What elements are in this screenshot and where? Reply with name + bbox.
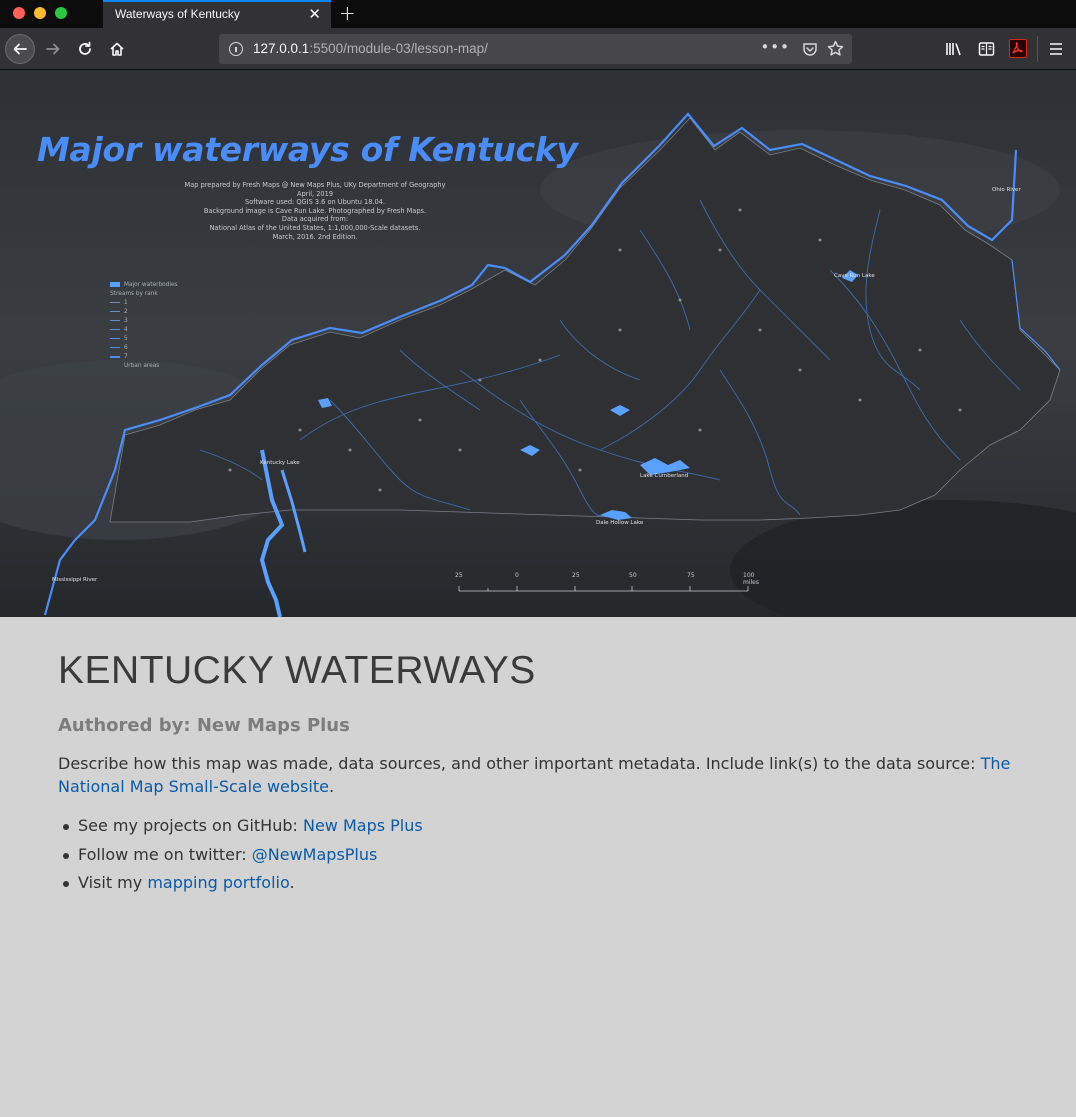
window-close-button[interactable] (13, 7, 25, 19)
scale-label: 25 (455, 572, 463, 579)
acrobat-icon (1012, 42, 1023, 54)
stream-line (110, 320, 120, 321)
home-button[interactable] (102, 34, 132, 64)
scale-label: 50 (629, 572, 637, 579)
reader-view-icon[interactable] (978, 41, 995, 57)
legend-streams-heading: Streams by rank (110, 290, 158, 297)
back-button[interactable] (5, 34, 35, 64)
waterbody-swatch (110, 282, 120, 287)
scale-bar: 25 0 25 50 75 100 miles (452, 572, 772, 596)
legend-rank: 6 (124, 344, 128, 351)
map-meta-line: April, 2019 (296, 189, 334, 198)
stream-line (110, 329, 120, 330)
library-icon[interactable] (945, 41, 963, 57)
map-title: Major waterways of Kentucky (37, 130, 578, 169)
label-kentucky-lake: Kentucky Lake (260, 460, 300, 466)
legend-rank: 4 (124, 326, 128, 333)
legend-rank: 1 (124, 299, 128, 306)
list-item-text: Follow me on twitter: (78, 844, 252, 864)
legend-rank: 7 (124, 353, 128, 360)
home-icon (110, 42, 124, 56)
portfolio-link[interactable]: mapping portfolio (147, 873, 289, 892)
page-content: KENTUCKY WATERWAYS Authored by: New Maps… (58, 617, 1018, 898)
tab-active[interactable]: Waterways of Kentucky ✕ (103, 0, 331, 28)
reload-button[interactable] (70, 34, 100, 64)
list-item-text: Visit my (78, 873, 148, 892)
map-meta-line: Software used: QGIS 3.6 on Ubuntu 18.04. (245, 198, 385, 207)
bookmark-star-icon[interactable] (827, 40, 844, 57)
list-item: See my projects on GitHub: New Maps Plus (58, 812, 1018, 841)
legend-rank: 3 (124, 317, 128, 324)
url-host: 127.0.0.1 (253, 41, 310, 56)
map-metadata: Map prepared by Fresh Maps @ New Maps Pl… (150, 181, 480, 241)
legend-urban: Urban areas (124, 362, 160, 369)
window-minimize-button[interactable] (34, 7, 46, 19)
label-lake-cumberland: Lake Cumberland (640, 473, 689, 479)
tab-close-icon[interactable]: ✕ (308, 5, 321, 23)
scale-label: 75 (687, 572, 695, 579)
scale-label: 0 (515, 572, 519, 579)
navigation-bar: 127.0.0.1:5500/module-03/lesson-map/ ••• (0, 28, 1076, 70)
description: Describe how this map was made, data sou… (58, 752, 1018, 798)
stream-line (110, 302, 120, 303)
map-banner: Major waterways of Kentucky Map prepared… (0, 70, 1076, 617)
pocket-icon[interactable] (802, 41, 818, 57)
menu-hamburger-icon[interactable] (1049, 42, 1063, 56)
url-path: :5500/module-03/lesson-map/ (309, 41, 488, 56)
legend-waterbodies: Major waterbodies (124, 281, 178, 288)
legend-rank: 5 (124, 335, 128, 342)
pdf-extension-icon[interactable] (1009, 39, 1027, 58)
list-item-text: See my projects on GitHub: (78, 816, 303, 835)
author-byline: Authored by: New Maps Plus (58, 715, 350, 736)
address-bar[interactable]: 127.0.0.1:5500/module-03/lesson-map/ ••• (219, 34, 852, 64)
map-meta-line: Background image is Cave Run Lake. Photo… (203, 206, 427, 215)
map-meta-line: Data acquired from: (281, 215, 349, 224)
back-arrow-icon (13, 43, 27, 55)
description-end: . (328, 777, 335, 796)
urban-swatch (110, 363, 120, 368)
label-mississippi-river: Mississippi River (52, 577, 98, 583)
description-text: Describe how this map was made, data sou… (58, 754, 981, 773)
stream-line (110, 311, 120, 312)
toolbar-divider (1037, 36, 1038, 62)
stream-line (110, 338, 120, 339)
list-item-suffix: . (289, 873, 295, 892)
window-maximize-button[interactable] (55, 7, 67, 19)
scale-label: 100 miles (743, 572, 759, 586)
scale-label: 25 (572, 572, 580, 579)
label-ohio-river: Ohio River (992, 187, 1021, 193)
site-info-icon[interactable] (229, 42, 243, 56)
forward-arrow-icon (46, 43, 60, 55)
forward-button[interactable] (38, 34, 68, 64)
links-list: See my projects on GitHub: New Maps Plus… (58, 812, 1018, 898)
map-legend: Major waterbodies Streams by rank 1 2 3 … (110, 280, 178, 370)
map-meta-line: Map prepared by Fresh Maps @ New Maps Pl… (184, 181, 446, 189)
stream-line (110, 347, 120, 348)
new-tab-icon[interactable]: + (339, 1, 356, 25)
list-item: Follow me on twitter: @NewMapsPlus (58, 841, 1018, 870)
reload-icon (79, 41, 91, 55)
legend-rank: 2 (124, 308, 128, 315)
tab-bar: Waterways of Kentucky ✕ + (0, 0, 1076, 28)
list-item: Visit my mapping portfolio. (58, 869, 1018, 898)
page-actions-icon[interactable]: ••• (760, 38, 790, 56)
label-cave-run-lake: Cave Run Lake (834, 273, 875, 279)
map-meta-line: March, 2016. 2nd Edition. (272, 232, 358, 241)
twitter-link[interactable]: @NewMapsPlus (252, 845, 378, 864)
map-meta-line: National Atlas of the United States, 1:1… (209, 223, 421, 232)
page-title: KENTUCKY WATERWAYS (58, 649, 536, 692)
stream-line (110, 355, 120, 358)
github-link[interactable]: New Maps Plus (303, 816, 423, 835)
tab-title: Waterways of Kentucky (115, 7, 240, 21)
url-text[interactable]: 127.0.0.1:5500/module-03/lesson-map/ (253, 41, 488, 56)
label-dale-hollow-lake: Dale Hollow Lake (596, 520, 644, 526)
